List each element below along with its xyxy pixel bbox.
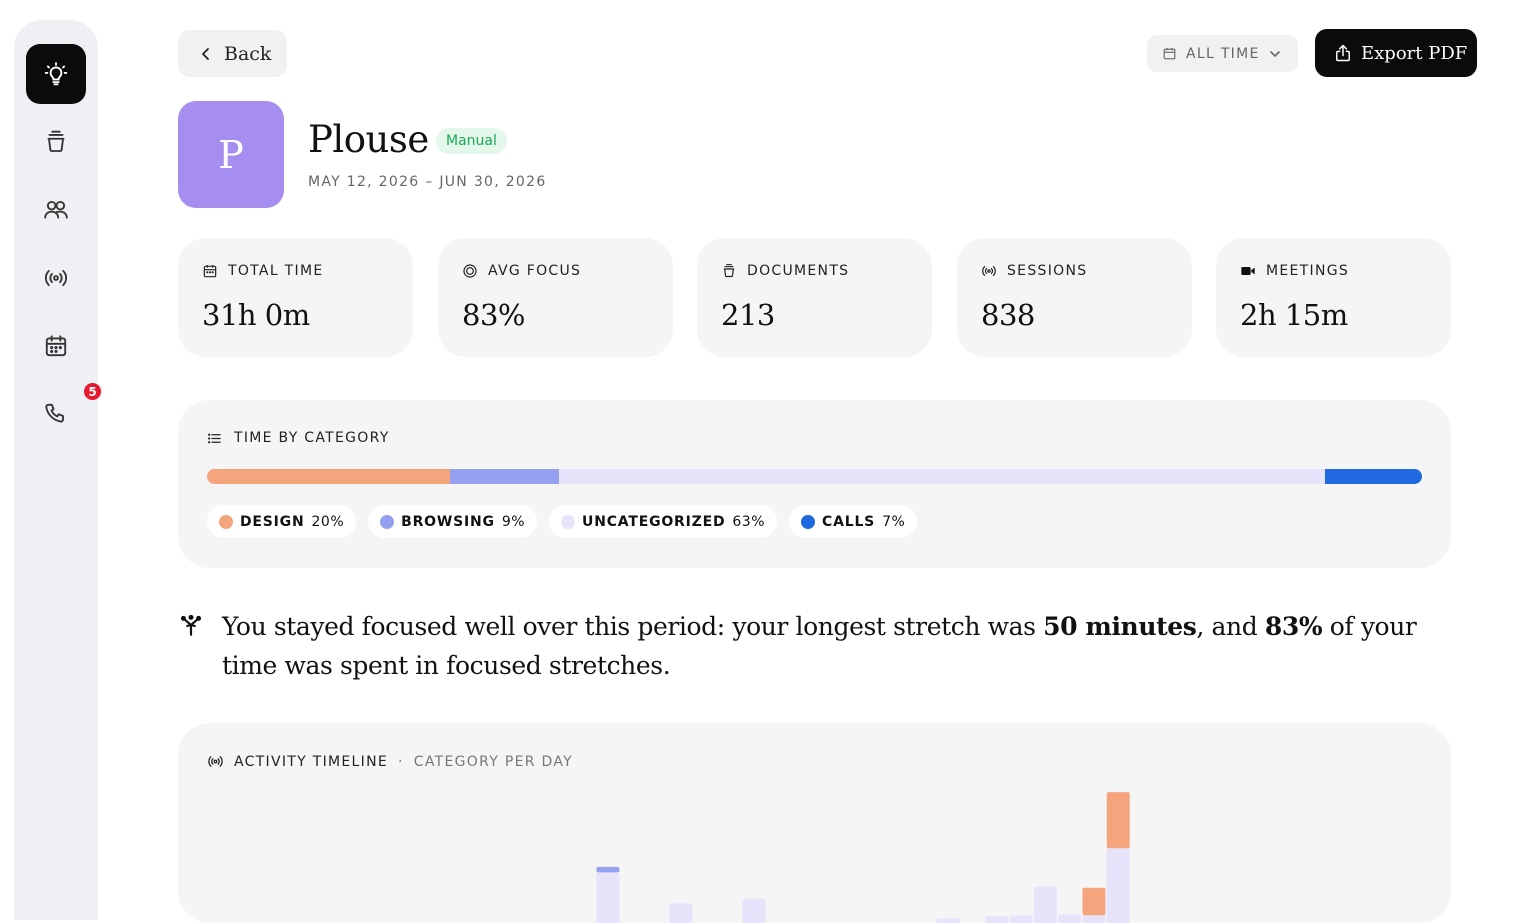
- calendar-icon: [203, 265, 217, 278]
- legend-name: CALLS: [822, 513, 876, 530]
- legend-dot: [561, 514, 576, 529]
- insight-highlight: 83%: [1264, 612, 1323, 641]
- category-segment: [1324, 469, 1422, 484]
- timeline-bar-segment: [1009, 915, 1033, 923]
- legend-dot: [801, 514, 816, 529]
- stat-value: 83%: [462, 298, 525, 332]
- nav-documents[interactable]: [26, 112, 86, 172]
- export-pdf-button[interactable]: Export PDF: [1315, 29, 1477, 77]
- stat-value: 838: [981, 298, 1035, 332]
- legend-chip-uncategorized[interactable]: UNCATEGORIZED 63%: [549, 505, 778, 538]
- calendar-icon: [45, 335, 67, 357]
- lightbulb-icon: [44, 62, 68, 86]
- stat-card-meetings: MEETINGS 2h 15m: [1216, 238, 1451, 357]
- legend-dot: [219, 514, 233, 529]
- nav-sessions[interactable]: [26, 248, 86, 308]
- timeline-bar-segment: [1106, 792, 1130, 849]
- share-icon: [1336, 44, 1350, 62]
- stat-value: 31h 0m: [202, 298, 310, 332]
- legend-pct: 9%: [501, 513, 526, 530]
- project-avatar: P: [178, 101, 284, 208]
- back-button[interactable]: Back: [178, 30, 287, 77]
- legend-name: UNCATEGORIZED: [582, 513, 726, 530]
- users-icon: [44, 200, 68, 219]
- timeline-bar-segment: [1082, 887, 1106, 916]
- project-tag: Manual: [436, 128, 507, 154]
- timeline-bar-segment: [596, 866, 620, 873]
- legend-pct: 63%: [732, 513, 766, 530]
- stat-value: 2h 15m: [1240, 298, 1348, 332]
- legend-chip-browsing[interactable]: BROWSING 9%: [368, 505, 538, 538]
- period-label: ALL TIME: [1186, 45, 1260, 62]
- legend-dot: [380, 514, 395, 529]
- insight-part: You stayed focused well over this period…: [222, 612, 1044, 641]
- nav-insights[interactable]: [26, 44, 86, 104]
- nav-people[interactable]: [26, 180, 86, 240]
- sparkle-icon: [180, 614, 202, 636]
- export-label: Export PDF: [1361, 42, 1468, 64]
- timeline-card: ACTIVITY TIMELINE · CATEGORY PER DAY: [178, 723, 1451, 923]
- calendar-icon: [1163, 47, 1176, 60]
- stat-label: SESSIONS: [1007, 263, 1088, 279]
- sidebar: 5: [14, 20, 103, 920]
- timeline-bar-segment: [985, 916, 1009, 923]
- period-select[interactable]: ALL TIME: [1147, 35, 1298, 72]
- stat-label: DOCUMENTS: [747, 263, 850, 279]
- category-segment: [559, 469, 1325, 484]
- insight-highlight: 50 minutes: [1043, 612, 1197, 641]
- stat-label: AVG FOCUS: [488, 263, 582, 279]
- nav-calendar[interactable]: [26, 316, 86, 376]
- stack-icon: [47, 130, 65, 152]
- insight-text: You stayed focused well over this period…: [222, 607, 1457, 685]
- date-range: MAY 12, 2026 – JUN 30, 2026: [308, 174, 547, 190]
- category-title: TIME BY CATEGORY: [234, 430, 390, 446]
- broadcast-icon: [982, 266, 996, 276]
- legend-chip-calls[interactable]: CALLS 7%: [789, 505, 918, 538]
- timeline-bar-segment: [1106, 848, 1130, 923]
- insight-part: , and: [1196, 612, 1265, 641]
- chevron-left-icon: [202, 47, 209, 60]
- target-icon: [463, 264, 477, 278]
- category-card: TIME BY CATEGORY DESIGN 20% BROWSING 9% …: [178, 400, 1451, 568]
- stat-card-sessions: SESSIONS 838: [957, 238, 1192, 357]
- timeline-bar-segment: [1058, 914, 1082, 923]
- timeline-chart: [596, 792, 1130, 923]
- timeline-bar-segment: [1082, 915, 1106, 923]
- legend-name: BROWSING: [401, 513, 495, 530]
- legend-pct: 20%: [311, 513, 345, 530]
- legend-pct: 7%: [882, 513, 906, 530]
- nav-calls[interactable]: 5: [26, 381, 103, 444]
- timeline-bar-segment: [1033, 886, 1057, 923]
- category-bar: [207, 469, 1422, 484]
- category-segment: [207, 469, 450, 484]
- category-segment: [450, 469, 560, 484]
- stat-card-total-time: TOTAL TIME 31h 0m: [178, 238, 413, 357]
- calls-badge: 5: [82, 381, 103, 402]
- category-legend: DESIGN 20% BROWSING 9% UNCATEGORIZED 63%…: [207, 505, 918, 538]
- video-icon: [1241, 267, 1255, 275]
- stat-value: 213: [721, 298, 775, 332]
- stack-icon: [723, 264, 735, 278]
- timeline-bar-segment: [669, 903, 693, 923]
- legend-name: DESIGN: [240, 513, 305, 530]
- stat-card-documents: DOCUMENTS 213: [697, 238, 932, 357]
- broadcast-icon: [45, 269, 67, 287]
- timeline-bar-segment: [596, 872, 620, 923]
- stat-card-avg-focus: AVG FOCUS 83%: [438, 238, 673, 357]
- back-label: Back: [224, 42, 272, 65]
- list-icon: [208, 433, 221, 443]
- timeline-bar-segment: [936, 918, 960, 923]
- project-title: Plouse: [308, 118, 429, 161]
- chevron-down-icon: [1269, 50, 1280, 57]
- stat-label: TOTAL TIME: [228, 263, 324, 279]
- legend-chip-design[interactable]: DESIGN 20%: [207, 505, 357, 538]
- timeline-bar-segment: [742, 898, 766, 923]
- stat-label: MEETINGS: [1266, 263, 1350, 279]
- phone-icon: [45, 403, 64, 423]
